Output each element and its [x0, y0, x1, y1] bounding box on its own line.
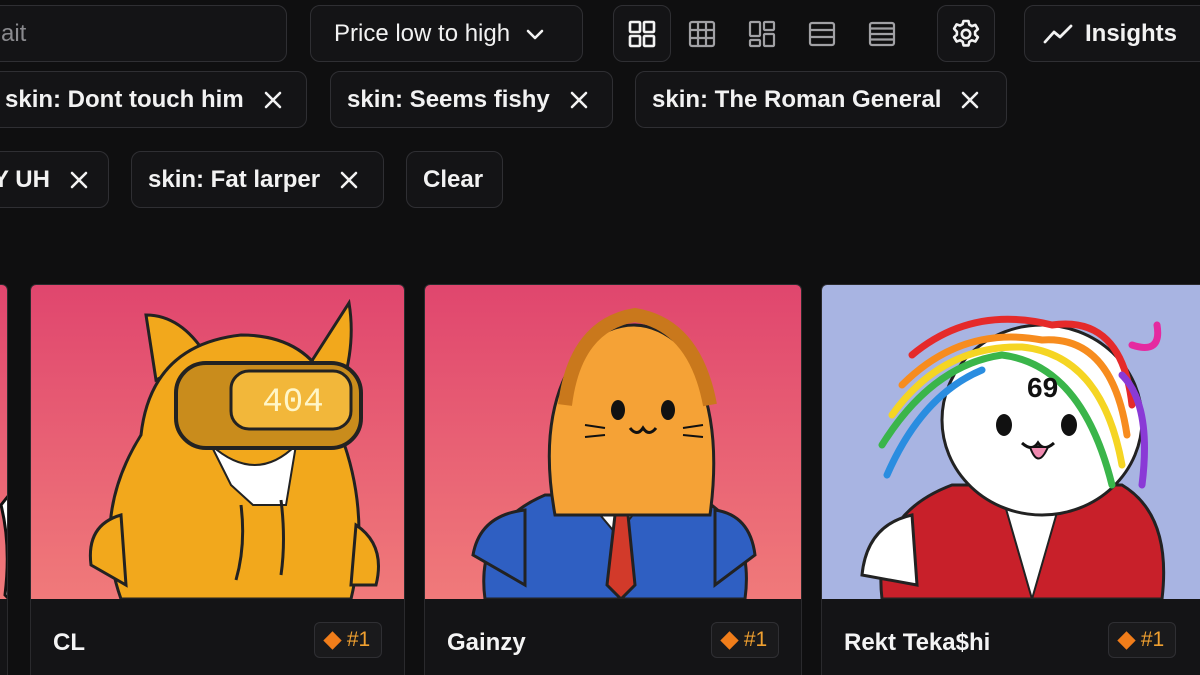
- nft-image: [0, 285, 7, 600]
- compact-list-icon: [868, 21, 896, 46]
- nft-name: Rekt Teka$hi: [844, 629, 991, 656]
- view-small-grid-button[interactable]: [673, 5, 731, 62]
- search-input-value: ait: [1, 19, 27, 47]
- sort-dropdown[interactable]: Price low to high: [310, 5, 583, 62]
- list-view-icon: [808, 21, 836, 46]
- filter-chip[interactable]: skin: Seems fishy: [330, 71, 613, 128]
- nft-image: 69: [822, 285, 1200, 603]
- clear-label: Clear: [423, 165, 484, 193]
- close-icon[interactable]: [264, 91, 282, 109]
- insights-button[interactable]: Insights: [1024, 5, 1200, 62]
- settings-button[interactable]: [937, 5, 995, 62]
- view-mode-group: [613, 5, 911, 62]
- sort-label: Price low to high: [334, 19, 511, 47]
- nft-card[interactable]: Gainzy #1: [424, 284, 802, 675]
- nft-image: [425, 285, 801, 602]
- close-icon[interactable]: [340, 171, 358, 189]
- search-input[interactable]: ait: [0, 5, 287, 62]
- filter-chip-label: skin: Fat larper: [148, 165, 321, 193]
- filter-chip-label: skin: Seems fishy: [347, 85, 550, 113]
- trend-line-icon: [1043, 24, 1073, 43]
- nft-name: CL: [53, 629, 85, 656]
- filter-chip[interactable]: Y UH: [0, 151, 109, 208]
- nft-card-partial[interactable]: [0, 284, 8, 675]
- nft-card[interactable]: 404 CL #1: [30, 284, 405, 675]
- close-icon[interactable]: [70, 171, 88, 189]
- close-icon[interactable]: [961, 91, 979, 109]
- diamond-icon: [1117, 630, 1136, 650]
- nft-card[interactable]: 69 Rekt Teka$hi #1: [821, 284, 1200, 675]
- large-grid-icon: [628, 20, 656, 47]
- small-grid-icon: [688, 20, 716, 47]
- rank-value: #1: [1140, 628, 1165, 651]
- filter-chip[interactable]: skin: Dont touch him: [0, 71, 307, 128]
- view-list-button[interactable]: [793, 5, 851, 62]
- nft-image: 404: [31, 285, 404, 601]
- gear-icon: [952, 19, 980, 47]
- filter-chip-label: skin: Dont touch him: [5, 85, 244, 113]
- view-large-grid-button[interactable]: [613, 5, 671, 62]
- rank-badge: #1: [314, 622, 382, 658]
- rank-value: #1: [346, 628, 371, 651]
- chevron-down-icon: [526, 29, 544, 39]
- filter-chip[interactable]: skin: Fat larper: [131, 151, 384, 208]
- face-tattoo-text: 69: [1027, 372, 1058, 403]
- diamond-icon: [720, 630, 739, 650]
- view-compact-list-button[interactable]: [853, 5, 911, 62]
- view-masonry-button[interactable]: [733, 5, 791, 62]
- filter-chip-label: Y UH: [0, 165, 50, 193]
- filter-chip-label: skin: The Roman General: [652, 85, 942, 113]
- nft-name: Gainzy: [447, 629, 526, 656]
- masonry-grid-icon: [748, 20, 776, 47]
- visor-text: 404: [262, 384, 323, 422]
- rank-value: #1: [743, 628, 768, 651]
- close-icon[interactable]: [570, 91, 588, 109]
- clear-filters-button[interactable]: Clear: [406, 151, 503, 208]
- insights-label: Insights: [1085, 19, 1178, 47]
- diamond-icon: [323, 630, 342, 650]
- rank-badge: #1: [1108, 622, 1176, 658]
- filter-chip[interactable]: skin: The Roman General: [635, 71, 1007, 128]
- rank-badge: #1: [711, 622, 779, 658]
